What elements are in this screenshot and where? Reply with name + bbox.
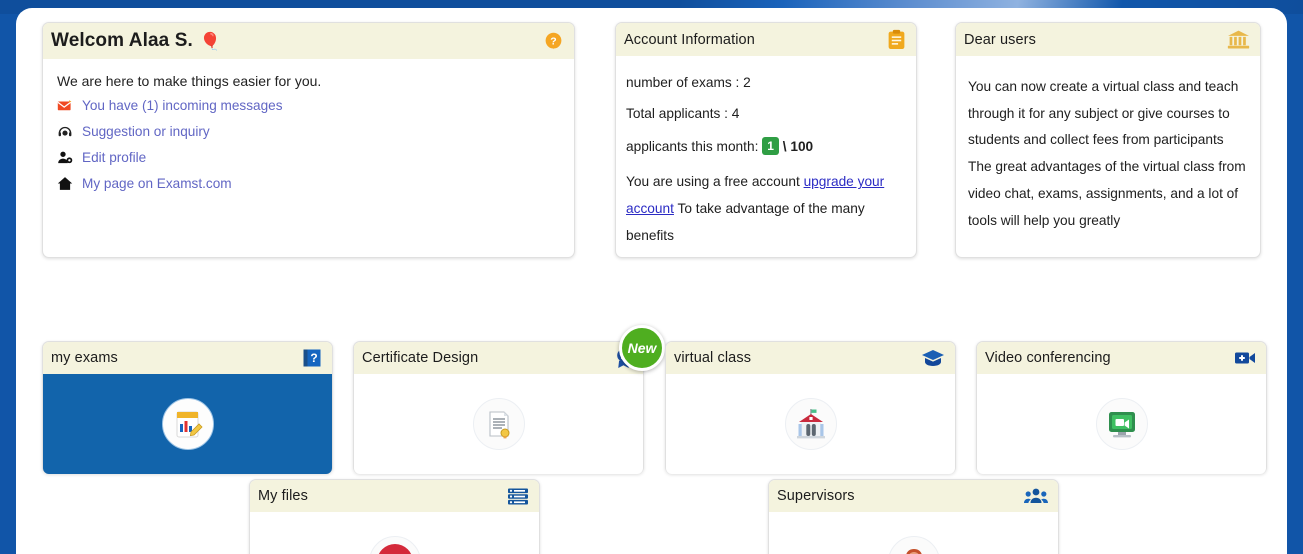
number-of-exams: number of exams : 2 (626, 74, 906, 92)
account-card-header: Account Information (616, 23, 916, 56)
account-card-title: Account Information (624, 32, 755, 48)
applicants-month-label: applicants this month: (626, 139, 758, 154)
account-card-body: number of exams : 2 Total applicants : 4… (616, 56, 916, 250)
red-folder-icon (369, 536, 421, 554)
dear-users-card-title: Dear users (964, 32, 1036, 48)
school-building-icon (785, 398, 837, 450)
tile-virtual-class-body (666, 374, 955, 474)
applicants-month-count: 1 (762, 137, 779, 155)
people-group-icon (1024, 487, 1048, 505)
exam-report-icon (162, 398, 214, 450)
new-badge: New (619, 325, 665, 371)
account-information-card: Account Information number of exams : 2 … (615, 22, 917, 258)
help-circle-icon[interactable]: ? (543, 31, 564, 52)
free-account-text-before: You are using a free account (626, 174, 804, 189)
tile-virtual-class-header: virtual class (666, 342, 955, 374)
certificate-icon (473, 398, 525, 450)
tile-video-conferencing-header: Video conferencing (977, 342, 1266, 374)
tile-supervisors-body (769, 512, 1058, 554)
tile-my-exams-body (43, 374, 332, 474)
tile-video-conferencing-body (977, 374, 1266, 474)
applicants-month-separator: \ (783, 139, 787, 154)
tile-certificate-design-body (354, 374, 643, 474)
avatar-icon (888, 536, 940, 554)
suggestion-inquiry-label: Suggestion or inquiry (82, 124, 210, 139)
graduation-cap-icon (921, 348, 945, 368)
balloon-icon: 🎈 (200, 33, 221, 50)
page-title: Welcom Alaa S. (51, 30, 193, 52)
video-monitor-icon (1096, 398, 1148, 450)
incoming-messages-link[interactable]: You have (1) incoming messages (57, 98, 560, 113)
clipboard-icon (887, 29, 906, 50)
dear-users-card: Dear users You can now create a virtual … (955, 22, 1261, 258)
my-page-link[interactable]: My page on Examst.com (57, 176, 560, 191)
dashboard-panel: Welcom Alaa S. 🎈 ? We are here to make t… (16, 8, 1287, 554)
my-page-label: My page on Examst.com (82, 176, 232, 191)
tile-supervisors-header: Supervisors (769, 480, 1058, 512)
incoming-messages-label: You have (1) incoming messages (82, 98, 283, 113)
edit-profile-label: Edit profile (82, 150, 146, 165)
home-icon (57, 176, 74, 191)
svg-text:?: ? (550, 35, 556, 47)
dear-users-body-text: You can now create a virtual class and t… (968, 74, 1248, 234)
welcome-card: Welcom Alaa S. 🎈 ? We are here to make t… (42, 22, 575, 258)
tile-my-exams-label: my exams (51, 350, 118, 366)
mail-icon (57, 99, 74, 112)
server-list-icon (507, 487, 529, 506)
tile-video-conferencing[interactable]: Video conferencing (976, 341, 1267, 474)
tile-my-files[interactable]: My files (249, 479, 540, 554)
dear-users-card-body: You can now create a virtual class and t… (956, 56, 1260, 234)
edit-profile-link[interactable]: Edit profile (57, 150, 560, 165)
question-book-icon: ? (302, 348, 322, 368)
tile-my-exams[interactable]: my exams ? (42, 341, 333, 474)
applicants-month-limit: 100 (790, 139, 813, 154)
tile-my-files-header: My files (250, 480, 539, 512)
applicants-this-month: applicants this month: 1 \ 100 (626, 137, 906, 156)
tile-supervisors[interactable]: Supervisors (768, 479, 1059, 554)
tile-supervisors-label: Supervisors (777, 488, 855, 504)
tile-my-files-label: My files (258, 488, 308, 504)
add-video-icon (1234, 349, 1256, 367)
tile-video-conferencing-label: Video conferencing (985, 350, 1111, 366)
tile-certificate-design-header: Certificate Design New (354, 342, 643, 374)
tile-virtual-class[interactable]: virtual class (665, 341, 956, 474)
bank-institution-icon (1227, 29, 1250, 50)
welcome-card-body: We are here to make things easier for yo… (43, 59, 574, 191)
tile-certificate-design-label: Certificate Design (362, 350, 478, 366)
suggestion-inquiry-link[interactable]: Suggestion or inquiry (57, 124, 560, 139)
support-agent-icon (57, 124, 74, 139)
tile-my-files-body (250, 512, 539, 554)
tile-virtual-class-label: virtual class (674, 350, 751, 366)
total-applicants: Total applicants : 4 (626, 105, 906, 123)
dear-users-card-header: Dear users (956, 23, 1260, 56)
svg-text:?: ? (310, 351, 317, 365)
tile-certificate-design[interactable]: Certificate Design New (353, 341, 644, 474)
welcome-lead-text: We are here to make things easier for yo… (57, 73, 560, 89)
tile-my-exams-header: my exams ? (43, 342, 332, 374)
user-settings-icon (57, 150, 74, 165)
free-account-notice: You are using a free account upgrade you… (626, 169, 906, 249)
welcome-card-header: Welcom Alaa S. 🎈 ? (43, 23, 574, 59)
